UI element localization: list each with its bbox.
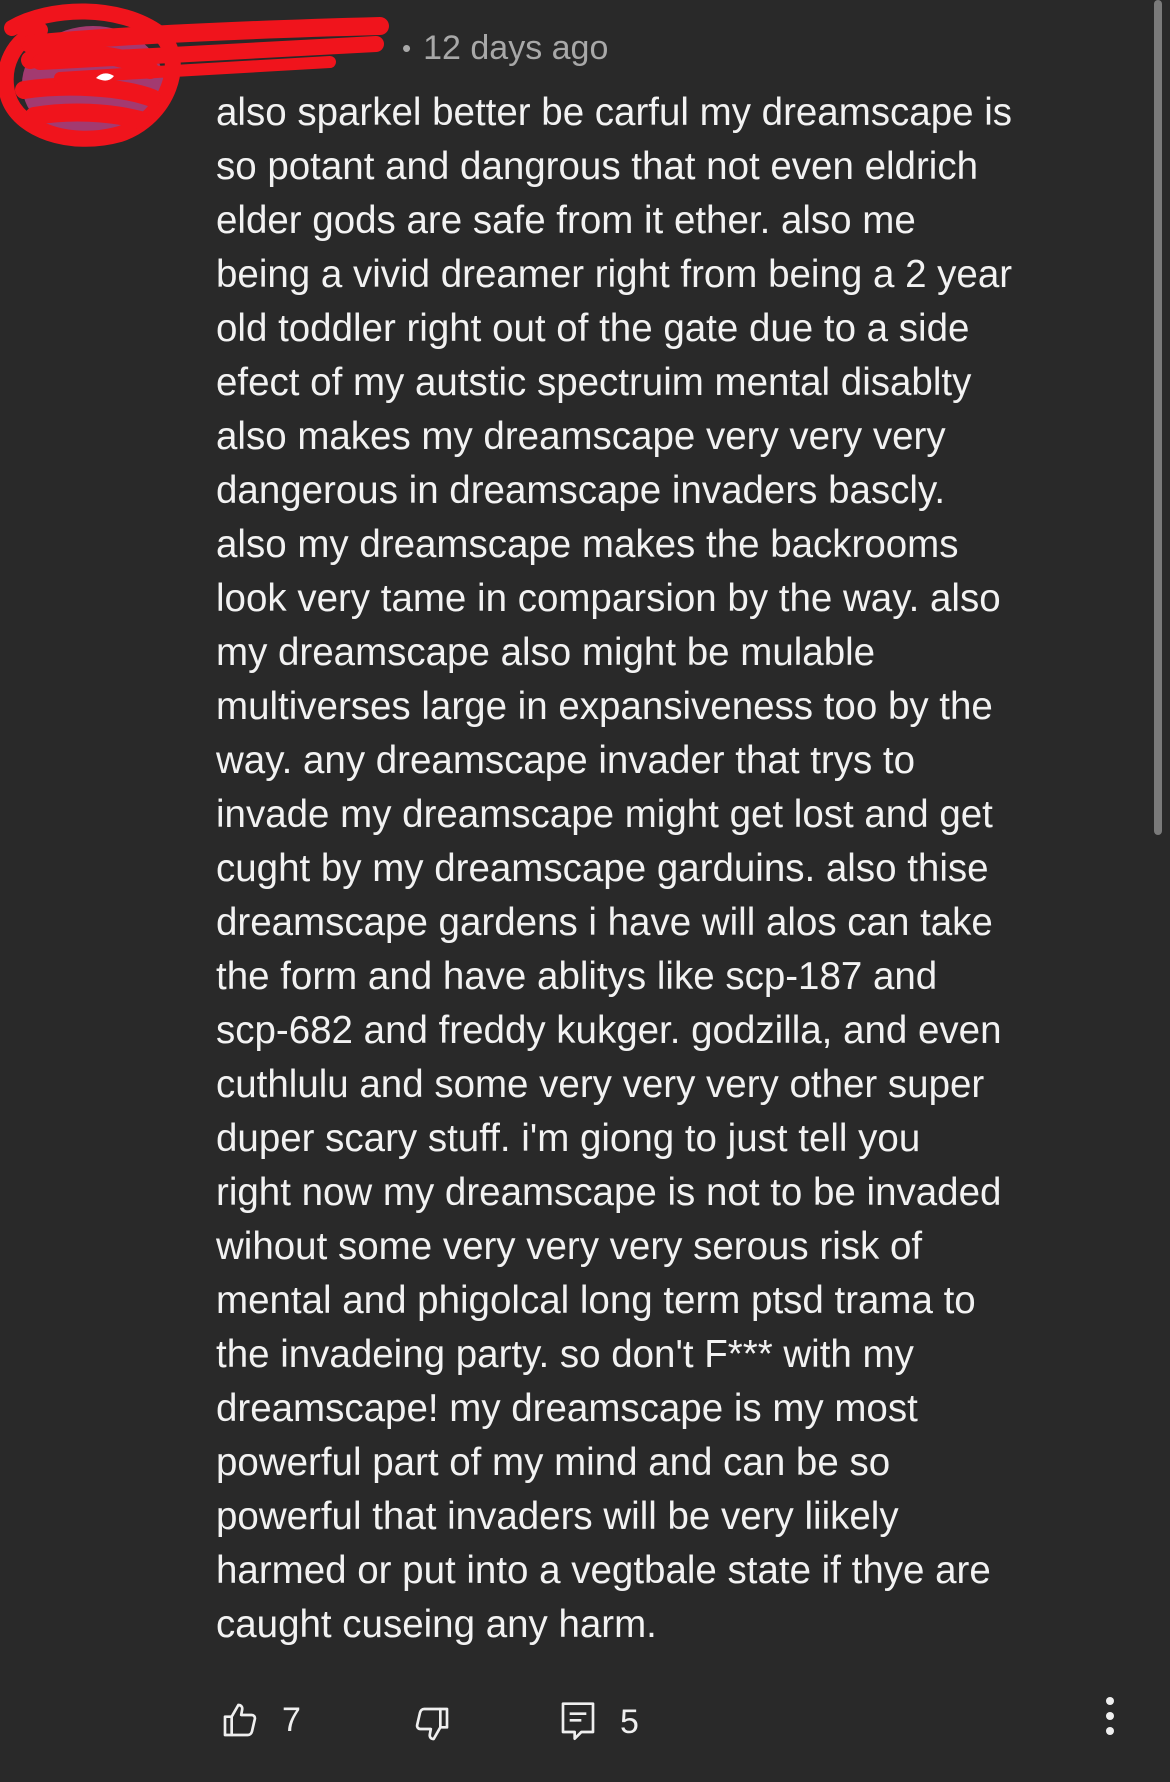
reply-button[interactable]: 5 <box>558 1700 639 1744</box>
timestamp: 12 days ago <box>423 28 609 67</box>
reply-icon <box>561 1702 595 1740</box>
reply-count: 5 <box>620 1702 639 1741</box>
dislike-button[interactable] <box>412 1704 452 1744</box>
scrollbar[interactable] <box>1154 0 1162 835</box>
comment-actions: 7 5 <box>0 1690 1170 1756</box>
comment-body: also sparkel better be carful my dreamsc… <box>216 91 1013 1646</box>
like-button[interactable]: 7 <box>220 1700 301 1740</box>
more-vert-icon <box>1106 1697 1114 1735</box>
more-options-button[interactable] <box>1104 1696 1116 1736</box>
comment-meta: • 12 days ago <box>216 26 608 70</box>
thumbs-down-icon <box>415 1707 449 1741</box>
like-count: 7 <box>282 1700 301 1739</box>
thumbs-up-icon <box>223 1703 257 1737</box>
meta-separator: • <box>402 32 412 63</box>
avatar[interactable] <box>22 26 164 142</box>
